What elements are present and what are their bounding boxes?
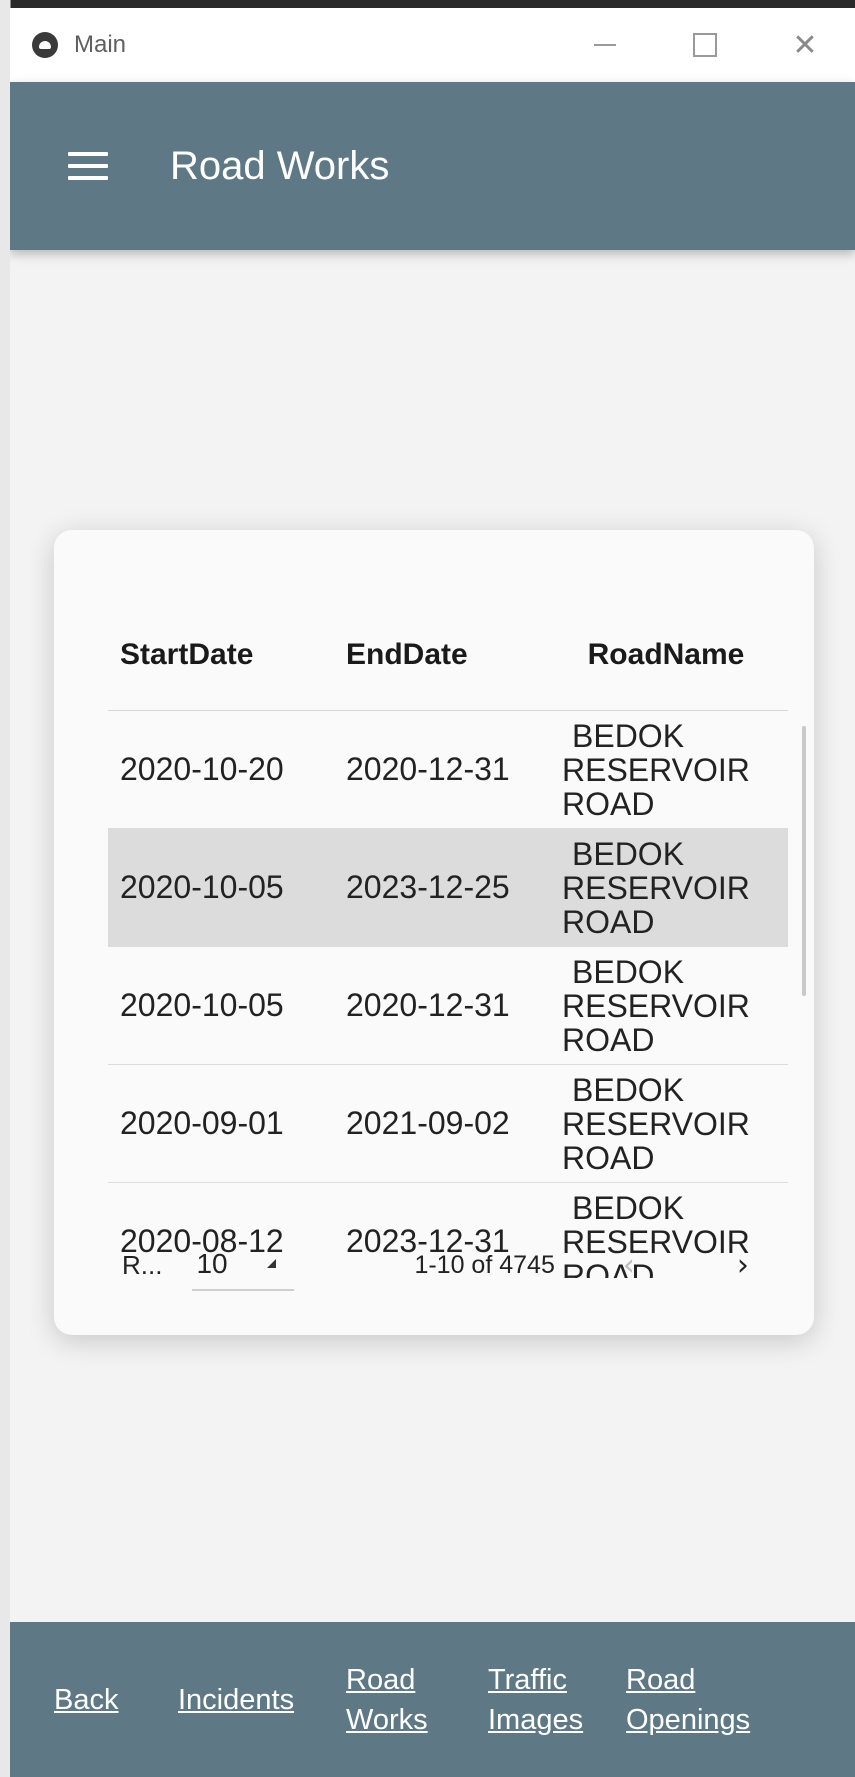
table-row[interactable]: 2020-10-05 2020-12-31 BEDOK RESERVOIR RO… <box>108 947 788 1065</box>
column-header-enddate[interactable]: EndDate <box>334 638 556 672</box>
rows-per-page-value: 10 <box>196 1248 228 1279</box>
nav-traffic-images-link[interactable]: Traffic Images <box>488 1660 583 1740</box>
cell-roadname: BEDOK RESERVOIR ROAD <box>562 835 750 940</box>
cell-startdate: 2020-10-05 <box>120 869 284 905</box>
close-button[interactable]: ✕ <box>755 8 855 82</box>
bottom-nav-bar: Back Incidents Road Works Traffic Images R… <box>10 1622 855 1777</box>
dropdown-caret-icon <box>267 1259 277 1268</box>
table-pagination: R... 10 1-10 of 4745 ‹ › <box>108 1235 788 1295</box>
nav-back-link[interactable]: Back <box>54 1680 118 1720</box>
cell-enddate: 2021-09-02 <box>346 1105 510 1141</box>
app-bar: Road Works <box>10 82 855 250</box>
cell-roadname: BEDOK RESERVOIR ROAD <box>562 953 750 1058</box>
window-controls: ✕ <box>555 8 855 82</box>
cell-roadname: BEDOK RESERVOIR ROAD <box>562 1071 750 1176</box>
rows-per-page-select[interactable]: 10 <box>192 1239 295 1291</box>
table-scrollbar[interactable] <box>802 726 806 996</box>
column-header-roadname[interactable]: RoadName <box>556 638 776 672</box>
column-header-startdate[interactable]: StartDate <box>108 638 334 672</box>
maximize-icon <box>693 33 717 57</box>
minimize-button[interactable] <box>555 8 655 82</box>
desktop-edge-top <box>0 0 855 8</box>
cell-startdate: 2020-09-01 <box>120 1105 284 1141</box>
maximize-button[interactable] <box>655 8 755 82</box>
app-icon <box>32 32 58 58</box>
pagination-range: 1-10 of 4745 <box>414 1250 555 1279</box>
data-table-card: StartDate EndDate RoadName 2020-10-20 20… <box>54 530 814 1335</box>
next-page-button[interactable]: › <box>713 1248 773 1283</box>
previous-page-button[interactable]: ‹ <box>599 1248 659 1283</box>
cell-startdate: 2020-10-05 <box>120 987 284 1023</box>
chevron-left-icon: ‹ <box>622 1247 635 1283</box>
cell-enddate: 2023-12-25 <box>346 869 510 905</box>
cell-enddate: 2020-12-31 <box>346 987 510 1023</box>
close-icon: ✕ <box>792 27 818 63</box>
rows-per-page-label: R... <box>122 1249 163 1280</box>
nav-incidents-link[interactable]: Incidents <box>178 1680 294 1720</box>
nav-road-works-link[interactable]: Road Works <box>346 1660 428 1740</box>
table-row-selected[interactable]: 2020-10-05 2023-12-25 BEDOK RESERVOIR RO… <box>108 829 788 947</box>
table-header: StartDate EndDate RoadName <box>108 600 788 711</box>
app-window: Main ✕ Road Works StartDate EndDate Road… <box>10 8 855 1777</box>
chevron-right-icon: › <box>736 1247 749 1283</box>
window-title: Main <box>74 31 127 58</box>
cell-roadname: BEDOK RESERVOIR ROAD <box>562 717 750 822</box>
table-row[interactable]: 2020-10-20 2020-12-31 BEDOK RESERVOIR RO… <box>108 711 788 829</box>
cell-enddate: 2020-12-31 <box>346 751 510 787</box>
window-titlebar[interactable]: Main ✕ <box>10 8 855 82</box>
cell-startdate: 2020-10-20 <box>120 751 284 787</box>
minimize-icon <box>594 44 616 46</box>
page-title: Road Works <box>170 143 390 188</box>
hamburger-menu-icon[interactable] <box>68 152 108 180</box>
nav-road-openings-link[interactable]: Road Openings <box>626 1660 750 1740</box>
road-works-table: StartDate EndDate RoadName 2020-10-20 20… <box>108 600 788 1278</box>
table-body: 2020-10-20 2020-12-31 BEDOK RESERVOIR RO… <box>108 711 788 1278</box>
table-row[interactable]: 2020-09-01 2021-09-02 BEDOK RESERVOIR RO… <box>108 1065 788 1183</box>
